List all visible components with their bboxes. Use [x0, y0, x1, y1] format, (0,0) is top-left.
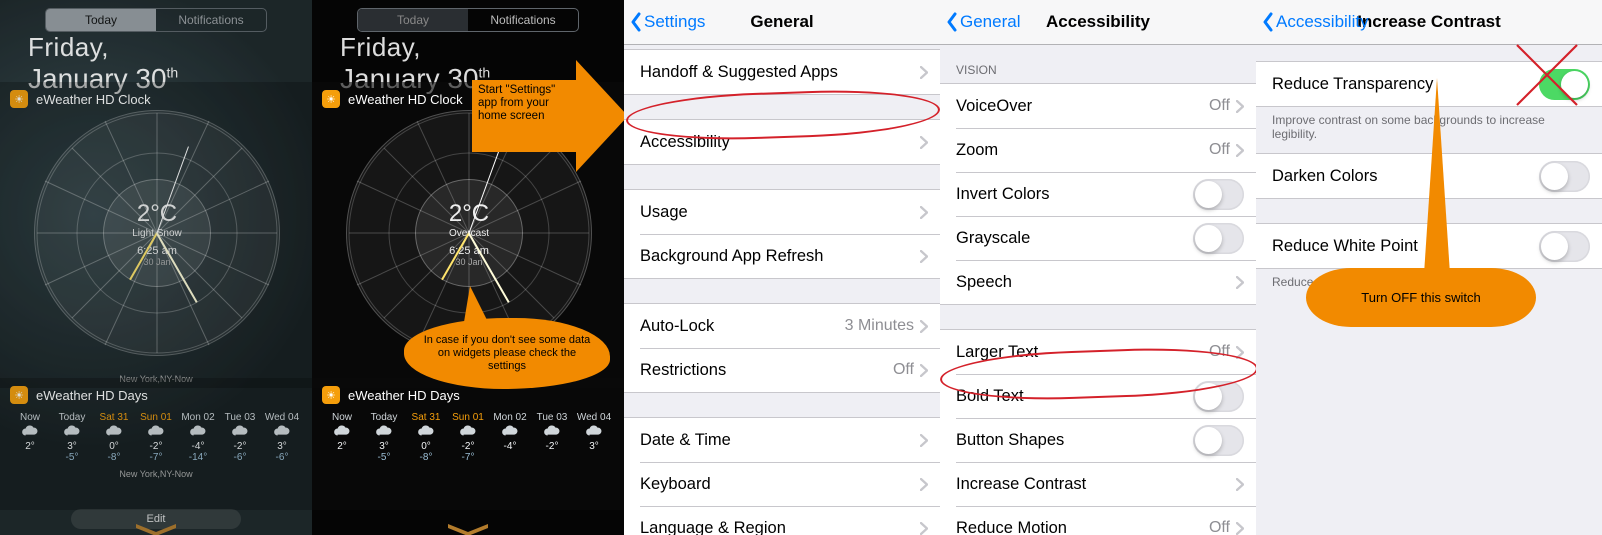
chevron-right-icon — [1236, 522, 1244, 535]
back-button[interactable]: General — [946, 0, 1020, 44]
page-title: General — [750, 12, 813, 32]
settings-cell[interactable]: Increase Contrast — [940, 462, 1256, 506]
group-header-vision: Vision — [940, 45, 1256, 83]
chevron-right-icon — [1236, 144, 1244, 157]
chevron-right-icon — [920, 136, 928, 149]
settings-cell[interactable]: Auto-Lock3 Minutes — [624, 304, 940, 348]
chevron-right-icon — [1236, 276, 1244, 289]
clock-date: 30 Jan — [455, 257, 482, 267]
today-notif-segment[interactable]: Today Notifications — [357, 8, 579, 32]
settings-cell[interactable]: Button Shapes — [940, 418, 1256, 462]
chevron-right-icon — [920, 320, 928, 333]
settings-cell[interactable]: Larger TextOff — [940, 330, 1256, 374]
navbar: General Accessibility — [940, 0, 1256, 45]
eweather-icon: ☀ — [322, 90, 340, 108]
forecast-day: Sun 01-2°-7° — [448, 412, 488, 463]
settings-increase-contrast-panel: Accessibility Increase Contrast Reduce T… — [1256, 0, 1602, 535]
back-button[interactable]: Accessibility — [1262, 0, 1369, 44]
navbar: Settings General — [624, 0, 940, 45]
footer-text: Improve contrast on some backgrounds to … — [1256, 107, 1602, 153]
settings-cell[interactable]: Handoff & Suggested Apps — [624, 50, 940, 94]
toggle[interactable] — [1193, 223, 1244, 254]
forecast-day: Now2° — [322, 412, 362, 463]
settings-general-panel: Settings General Handoff & Suggested App… — [624, 0, 940, 535]
tab-notifications[interactable]: Notifications — [468, 9, 578, 31]
forecast-day: Wed 043° — [574, 412, 614, 463]
chevron-right-icon — [920, 478, 928, 491]
settings-cell[interactable]: ZoomOff — [940, 128, 1256, 172]
toggle-reduce-white-point[interactable] — [1539, 231, 1590, 262]
widget-title: eWeather HD Clock — [348, 92, 463, 107]
chevron-right-icon — [1236, 346, 1244, 359]
page-title: Accessibility — [1046, 12, 1150, 32]
settings-cell[interactable]: Usage — [624, 190, 940, 234]
navbar: Accessibility Increase Contrast — [1256, 0, 1602, 45]
toggle-reduce-transparency[interactable] — [1539, 69, 1590, 100]
chevron-right-icon — [920, 364, 928, 377]
forecast-day: Mon 02-4° — [490, 412, 530, 463]
settings-cell[interactable]: Language & Region — [624, 506, 940, 535]
grabber-icon[interactable] — [448, 523, 488, 535]
forecast-day: Tue 03-2° — [532, 412, 572, 463]
temperature: 2°C — [449, 200, 489, 228]
chevron-right-icon — [920, 250, 928, 263]
back-button[interactable]: Settings — [630, 0, 705, 44]
chevron-right-icon — [920, 66, 928, 79]
settings-cell[interactable]: Keyboard — [624, 462, 940, 506]
chevron-left-icon — [1262, 12, 1274, 32]
settings-cell[interactable]: Invert Colors — [940, 172, 1256, 216]
toggle[interactable] — [1193, 179, 1244, 210]
settings-accessibility-panel: General Accessibility Vision VoiceOverOf… — [940, 0, 1256, 535]
widget-title: eWeather HD Days — [348, 388, 460, 403]
chevron-right-icon — [1236, 478, 1244, 491]
settings-cell[interactable]: Date & Time — [624, 418, 940, 462]
chevron-left-icon — [630, 12, 642, 32]
forecast-day: Sat 310°-8° — [406, 412, 446, 463]
settings-cell[interactable]: RestrictionsOff — [624, 348, 940, 392]
eweather-icon: ☀ — [322, 386, 340, 404]
annotation-bubble: In case if you don't see some data on wi… — [404, 318, 610, 389]
annotation-arrow: Start "Settings" app from your home scre… — [472, 60, 624, 180]
chevron-right-icon — [1236, 100, 1244, 113]
chevron-left-icon — [946, 12, 958, 32]
toggle[interactable] — [1193, 425, 1244, 456]
chevron-right-icon — [920, 522, 928, 535]
toggle-darken-colors[interactable] — [1539, 161, 1590, 192]
settings-cell[interactable]: VoiceOverOff — [940, 84, 1256, 128]
tab-today[interactable]: Today — [358, 9, 468, 31]
settings-cell[interactable]: Accessibility — [624, 120, 940, 164]
chevron-right-icon — [920, 206, 928, 219]
page-title: Increase Contrast — [1357, 12, 1501, 32]
chevron-right-icon — [920, 434, 928, 447]
cell-reduce-white-point[interactable]: Reduce White Point — [1256, 224, 1602, 268]
widget-light-panel: Today Notifications Friday, January 30th… — [0, 0, 312, 535]
annotation-cloud: Turn OFF this switch — [1306, 268, 1536, 327]
cell-darken-colors[interactable]: Darken Colors — [1256, 154, 1602, 198]
settings-cell[interactable]: Reduce MotionOff — [940, 506, 1256, 535]
settings-cell[interactable]: Speech — [940, 260, 1256, 304]
settings-cell[interactable]: Grayscale — [940, 216, 1256, 260]
cell-reduce-transparency[interactable]: Reduce Transparency — [1256, 62, 1602, 106]
widget-dark-panel: Today Notifications Friday, January 30th… — [312, 0, 624, 535]
widget-eweather-days[interactable]: ☀ eWeather HD Days Now2°Today3°-5°Sat 31… — [312, 378, 624, 510]
forecast-day: Today3°-5° — [364, 412, 404, 463]
settings-cell[interactable]: Bold Text — [940, 374, 1256, 418]
toggle[interactable] — [1193, 381, 1244, 412]
settings-cell[interactable]: Background App Refresh — [624, 234, 940, 278]
